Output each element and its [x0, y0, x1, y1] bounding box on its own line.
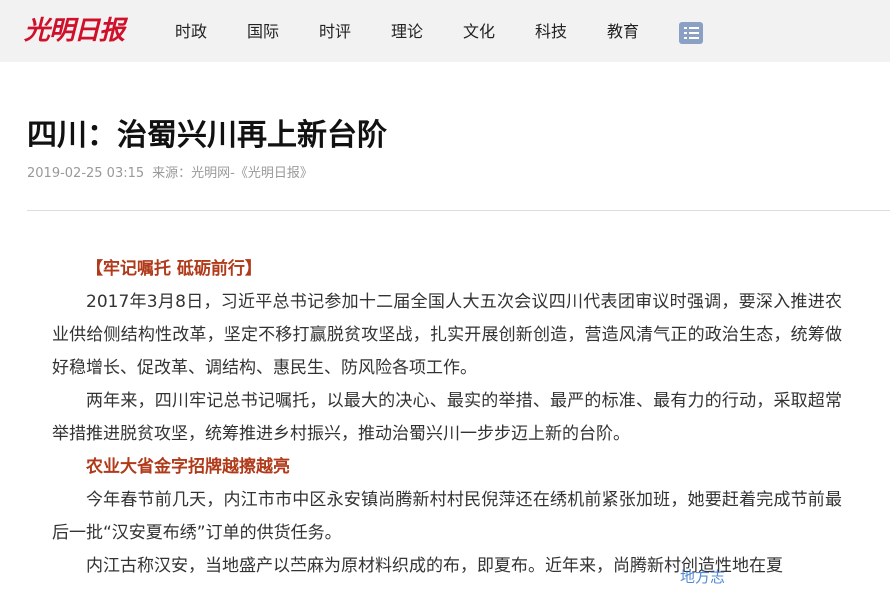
- nav-item-tech[interactable]: 科技: [535, 20, 567, 44]
- article-meta: 2019-02-25 03:15 来源：光明网-《光明日报》: [27, 164, 313, 184]
- section-heading: 【牢记嘱托 砥砺前行】: [86, 259, 262, 279]
- article-date: 2019-02-25 03:15: [27, 166, 145, 181]
- watermark-text: 地方志: [680, 568, 726, 586]
- article-source: 来源：光明网-《光明日报》: [152, 166, 313, 181]
- article-title: 四川：治蜀兴川再上新台阶: [27, 118, 387, 153]
- body-paragraph: 两年来，四川牢记总书记嘱托，以最大的决心、最实的举措、最严的标准、最有力的行动，…: [52, 391, 842, 444]
- nav-item-theory[interactable]: 理论: [391, 20, 423, 44]
- article-body: 【牢记嘱托 砥砺前行】 2017年3月8日，习近平总书记参加十二届全国人大五次会…: [52, 253, 842, 583]
- menu-icon[interactable]: [679, 22, 703, 44]
- section-heading: 农业大省金字招牌越擦越亮: [86, 457, 290, 477]
- nav-item-politics[interactable]: 时政: [175, 20, 207, 44]
- divider: [27, 210, 890, 211]
- body-paragraph: 2017年3月8日，习近平总书记参加十二届全国人大五次会议四川代表团审议时强调，…: [52, 292, 842, 378]
- site-logo[interactable]: 光明日报: [24, 14, 125, 48]
- top-nav-bar: 光明日报 时政 国际 时评 理论 文化 科技 教育: [0, 0, 890, 62]
- nav-item-commentary[interactable]: 时评: [319, 20, 351, 44]
- nav-item-culture[interactable]: 文化: [463, 20, 495, 44]
- nav-item-education[interactable]: 教育: [607, 20, 639, 44]
- body-paragraph: 今年春节前几天，内江市市中区永安镇尚腾新村村民倪萍还在绣机前紧张加班，她要赶着完…: [52, 490, 842, 543]
- nav-item-international[interactable]: 国际: [247, 20, 279, 44]
